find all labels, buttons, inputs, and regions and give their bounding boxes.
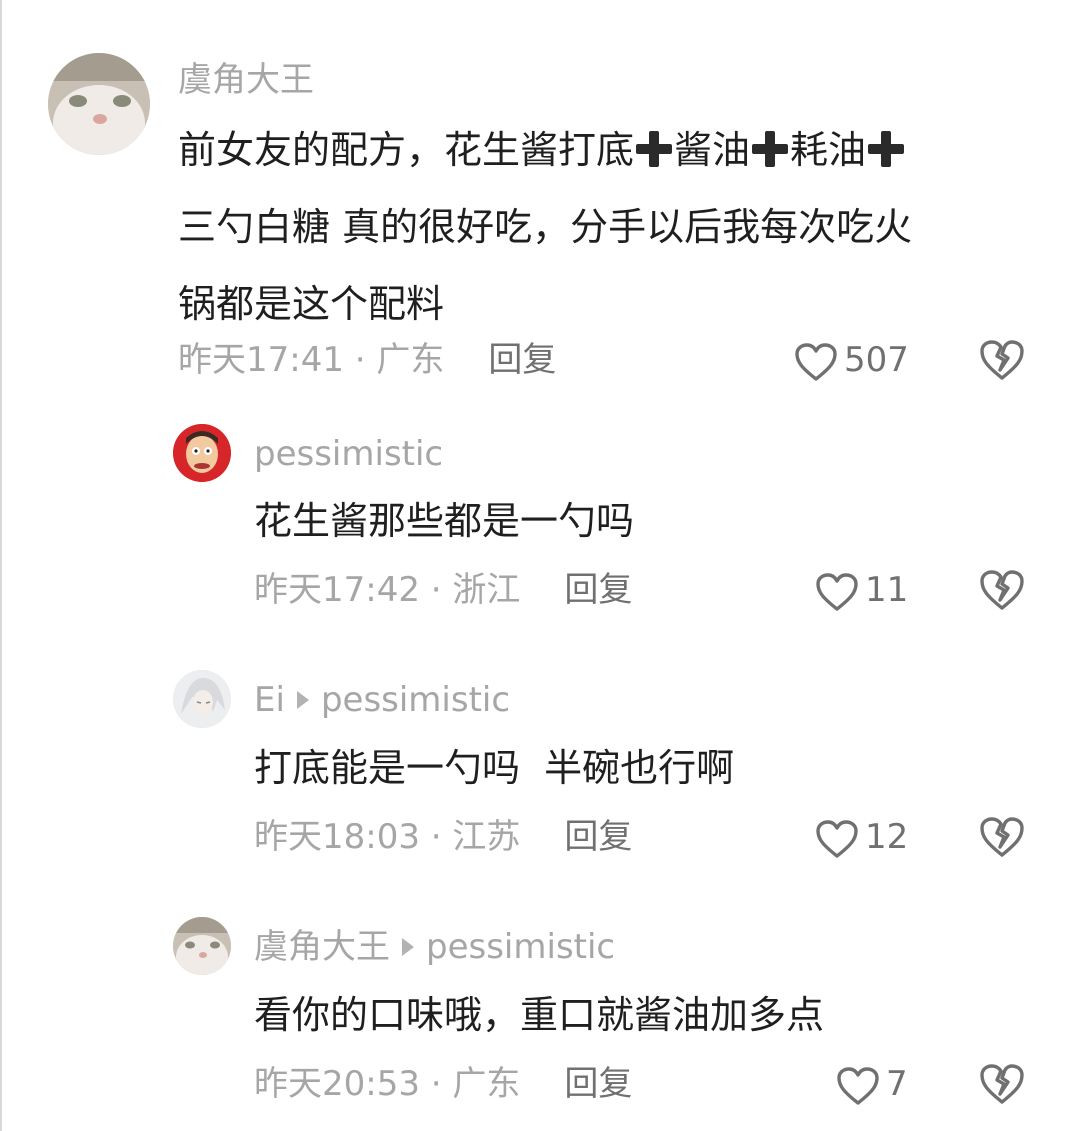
dislike-button[interactable] xyxy=(978,815,1026,863)
reply-button[interactable]: 回复 xyxy=(564,1064,632,1104)
plus-emoji-icon xyxy=(752,131,789,167)
like-count: 507 xyxy=(844,340,909,380)
heart-outline-icon xyxy=(837,1066,879,1105)
like-count: 7 xyxy=(886,1064,908,1104)
username-reply-chain: 虞角大王 pessimistic xyxy=(254,927,615,967)
comment-meta: 昨天17:42 · 浙江 回复 xyxy=(254,570,632,610)
broken-heart-icon xyxy=(980,570,1024,610)
reply-to-username[interactable]: pessimistic xyxy=(426,927,615,967)
timestamp-location: 昨天17:42 · 浙江 xyxy=(254,570,521,610)
like-count: 12 xyxy=(865,817,909,857)
timestamp-location: 昨天18:03 · 江苏 xyxy=(254,817,521,857)
reply-button[interactable]: 回复 xyxy=(564,570,632,610)
timestamp-location: 昨天17:41 · 广东 xyxy=(178,340,445,380)
plus-emoji-icon xyxy=(636,131,673,167)
comment-text: 看你的口味哦，重口就酱油加多点 xyxy=(254,993,825,1037)
plus-emoji-icon xyxy=(868,131,905,167)
comment-text: 前女友的配方，花生酱打底 酱油 耗油 三勺白糖 真的很好吃，分手以后我每次吃火 锅都… xyxy=(178,112,1058,343)
heart-outline-icon xyxy=(816,819,858,858)
username[interactable]: 虞角大王 xyxy=(178,60,314,100)
username[interactable]: 虞角大王 xyxy=(254,927,390,967)
like-button[interactable]: 11 xyxy=(815,570,908,612)
comment-text-seg3: 耗油 xyxy=(790,128,867,172)
comment-meta: 昨天20:53 · 广东 回复 xyxy=(254,1064,632,1104)
username[interactable]: pessimistic xyxy=(254,434,443,474)
heart-outline-icon xyxy=(795,342,837,381)
comment-text-line2: 三勺白糖 真的很好吃，分手以后我每次吃火 xyxy=(178,205,913,249)
comment-text: 打底能是一勺吗 半碗也行啊 xyxy=(254,746,735,790)
like-button[interactable]: 7 xyxy=(836,1064,908,1106)
like-button[interactable]: 12 xyxy=(815,817,908,859)
avatar-cartoon[interactable] xyxy=(173,424,231,482)
comment-text-seg2: 酱油 xyxy=(674,128,751,172)
comment-meta: 昨天17:41 · 广东 回复 xyxy=(178,340,556,380)
comment-text-line3: 锅都是这个配料 xyxy=(178,282,445,326)
broken-heart-icon xyxy=(980,340,1024,380)
comment-text-line1: 前女友的配方，花生酱打底 xyxy=(178,128,635,172)
comment-text: 花生酱那些都是一勺吗 xyxy=(254,499,635,543)
avatar-anime[interactable] xyxy=(173,670,231,728)
triangle-right-icon xyxy=(296,690,309,709)
dislike-button[interactable] xyxy=(978,338,1026,386)
timestamp-location: 昨天20:53 · 广东 xyxy=(254,1064,521,1104)
avatar-cat[interactable] xyxy=(48,53,150,155)
username[interactable]: Ei xyxy=(254,680,285,720)
username-reply-chain: Ei pessimistic xyxy=(254,680,510,720)
triangle-right-icon xyxy=(402,937,414,956)
like-button[interactable]: 507 xyxy=(794,340,909,382)
dislike-button[interactable] xyxy=(978,1062,1026,1110)
heart-outline-icon xyxy=(816,572,858,611)
avatar-cat[interactable] xyxy=(173,917,231,975)
broken-heart-icon xyxy=(980,817,1024,857)
reply-button[interactable]: 回复 xyxy=(564,817,632,857)
broken-heart-icon xyxy=(980,1064,1024,1104)
comment-meta: 昨天18:03 · 江苏 回复 xyxy=(254,817,632,857)
reply-to-username[interactable]: pessimistic xyxy=(321,680,510,720)
dislike-button[interactable] xyxy=(978,568,1026,616)
left-edge-line xyxy=(0,0,2,1131)
reply-button[interactable]: 回复 xyxy=(488,340,556,380)
like-count: 11 xyxy=(865,570,909,610)
